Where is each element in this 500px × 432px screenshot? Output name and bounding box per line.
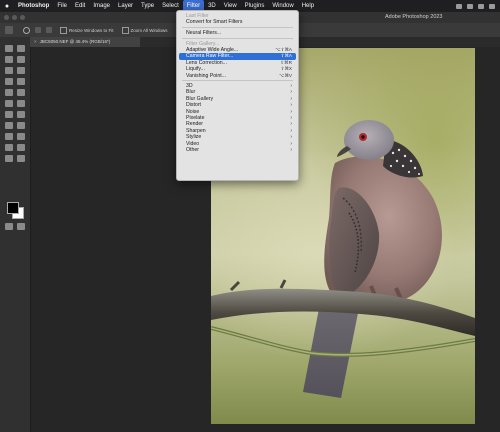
eraser-tool-icon[interactable] xyxy=(17,100,25,107)
close-tab-icon[interactable]: × xyxy=(34,39,37,44)
screen-mode-icon[interactable] xyxy=(17,223,25,230)
status-icon[interactable] xyxy=(489,3,495,9)
dodge-tool-icon[interactable] xyxy=(5,122,13,129)
menu-separator xyxy=(182,80,293,82)
shortcut-label: ⌥⌘V xyxy=(279,72,292,78)
resize-windows-label: Resize Windows to Fit xyxy=(69,27,114,33)
foreground-color-swatch[interactable] xyxy=(7,202,19,214)
status-icon[interactable] xyxy=(478,3,484,9)
type-tool-icon[interactable] xyxy=(5,133,13,140)
menu-item-other[interactable]: Other › xyxy=(177,147,298,153)
crop-tool-icon[interactable] xyxy=(5,67,13,74)
stamp-tool-icon[interactable] xyxy=(17,89,25,96)
shape-tool-icon[interactable] xyxy=(5,144,13,151)
healing-tool-icon[interactable] xyxy=(17,78,25,85)
filter-menu: Last Filter Convert for Smart Filters Ne… xyxy=(176,10,299,181)
menu-item-convert-smart-filters[interactable]: Convert for Smart Filters xyxy=(177,19,298,25)
move-tool-icon[interactable] xyxy=(5,45,13,52)
marquee-tool-icon[interactable] xyxy=(17,56,25,63)
menu-file[interactable]: File xyxy=(53,0,71,12)
status-icons xyxy=(456,3,500,9)
resize-windows-checkbox[interactable] xyxy=(60,26,67,34)
zoom-window-icon[interactable] xyxy=(20,15,25,20)
chevron-right-icon: › xyxy=(290,146,292,153)
zoom-in-icon[interactable] xyxy=(35,27,41,33)
toolbox xyxy=(0,37,31,432)
zoom-tool-icon[interactable] xyxy=(5,155,13,162)
frame-tool-icon[interactable] xyxy=(17,67,25,74)
document-tab[interactable]: × JBC5050.NEF @ 45.4% (RGB/16*) xyxy=(30,37,140,47)
close-window-icon[interactable] xyxy=(4,15,9,20)
menu-item-neural-filters[interactable]: Neural Filters... xyxy=(177,30,298,36)
menu-photoshop[interactable]: Photoshop xyxy=(14,0,53,12)
status-icon[interactable] xyxy=(456,3,462,9)
menu-layer[interactable]: Layer xyxy=(114,0,137,12)
zoom-all-label: Zoom All Windows xyxy=(130,27,168,33)
menu-image[interactable]: Image xyxy=(89,0,114,12)
eyedropper-tool-icon[interactable] xyxy=(5,78,13,85)
menu-edit[interactable]: Edit xyxy=(71,0,89,12)
app-title: Adobe Photoshop 2023 xyxy=(385,14,443,20)
quick-mask-icon[interactable] xyxy=(5,223,13,230)
hand-tool-icon[interactable] xyxy=(17,144,25,151)
artboard-tool-icon[interactable] xyxy=(17,45,25,52)
zoom-out-icon[interactable] xyxy=(46,27,52,33)
edit-toolbar-icon[interactable] xyxy=(17,155,25,162)
zoom-tool-icon[interactable] xyxy=(23,26,30,34)
window-controls xyxy=(0,15,44,20)
home-icon[interactable] xyxy=(5,26,13,34)
document-tab-label: JBC5050.NEF @ 45.4% (RGB/16*) xyxy=(39,39,111,44)
menu-separator xyxy=(182,27,293,29)
lasso-tool-icon[interactable] xyxy=(5,56,13,63)
history-brush-tool-icon[interactable] xyxy=(5,100,13,107)
blur-tool-icon[interactable] xyxy=(17,111,25,118)
apple-icon[interactable]: ● xyxy=(0,3,14,10)
menu-separator xyxy=(182,37,293,39)
path-selection-tool-icon[interactable] xyxy=(17,133,25,140)
menu-item-vanishing-point[interactable]: Vanishing Point... ⌥⌘V xyxy=(177,73,298,79)
minimize-window-icon[interactable] xyxy=(12,15,17,20)
status-icon[interactable] xyxy=(467,3,473,9)
gradient-tool-icon[interactable] xyxy=(5,111,13,118)
menu-type[interactable]: Type xyxy=(137,0,158,12)
menu-help[interactable]: Help xyxy=(298,0,318,12)
zoom-all-checkbox[interactable] xyxy=(121,26,129,34)
pen-tool-icon[interactable] xyxy=(17,122,25,129)
brush-tool-icon[interactable] xyxy=(5,89,13,96)
